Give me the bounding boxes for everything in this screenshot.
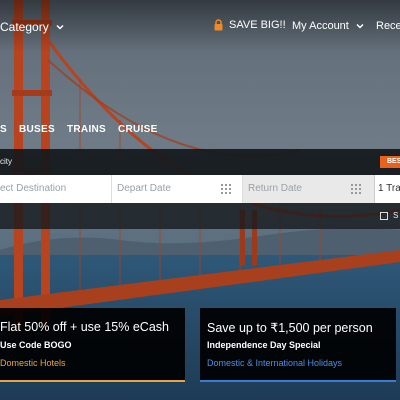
promo-subtitle: Use Code BOGO bbox=[0, 340, 72, 350]
top-navigation-bar: Category SAVE BIG!! My Account Recent bbox=[0, 0, 400, 52]
search-fields-row: ect Destination Depart Date Return Date … bbox=[0, 175, 400, 203]
checkbox-label: S bbox=[393, 211, 399, 220]
return-date-input[interactable]: Return Date bbox=[243, 175, 375, 203]
chevron-down-icon bbox=[356, 23, 364, 29]
my-account-menu[interactable]: My Account bbox=[292, 20, 365, 32]
promo-card-holidays[interactable]: Save up to ₹1,500 per person Independenc… bbox=[200, 308, 396, 382]
destination-input[interactable]: ect Destination bbox=[0, 175, 112, 203]
return-date-placeholder: Return Date bbox=[248, 183, 302, 194]
search-option-checkbox[interactable] bbox=[380, 212, 388, 220]
account-label: My Account bbox=[292, 20, 349, 32]
promo-title: Save up to ₹1,500 per person bbox=[207, 321, 373, 335]
city-label: city bbox=[0, 157, 12, 166]
save-big-label: SAVE BIG!! bbox=[229, 19, 286, 31]
calendar-icon[interactable] bbox=[350, 183, 363, 195]
tab-buses[interactable]: BUSES bbox=[19, 124, 55, 135]
depart-date-input[interactable]: Depart Date bbox=[112, 175, 243, 203]
search-options-strip: city BEST bbox=[0, 149, 400, 175]
travellers-selector[interactable]: 1 Trav bbox=[375, 175, 400, 203]
category-menu[interactable]: Category bbox=[0, 20, 65, 34]
promo-link[interactable]: Domestic Hotels bbox=[0, 358, 66, 368]
best-badge[interactable]: BEST bbox=[380, 156, 400, 168]
depart-date-placeholder: Depart Date bbox=[117, 183, 171, 194]
lock-icon bbox=[214, 19, 223, 31]
save-big-link[interactable]: SAVE BIG!! bbox=[213, 19, 286, 31]
promo-title: Flat 50% off + use 15% eCash bbox=[0, 320, 169, 334]
promo-link[interactable]: Domestic & International Holidays bbox=[207, 358, 342, 368]
promo-card-hotels[interactable]: Flat 50% off + use 15% eCash Use Code BO… bbox=[0, 308, 185, 382]
recent-menu[interactable]: Recent bbox=[376, 20, 400, 32]
chevron-down-icon bbox=[56, 24, 64, 30]
tab-trains[interactable]: TRAINS bbox=[67, 124, 106, 135]
tab-cruise[interactable]: CRUISE bbox=[118, 124, 158, 135]
promo-subtitle: Independence Day Special bbox=[207, 340, 321, 350]
calendar-icon[interactable] bbox=[220, 183, 233, 195]
category-label: Category bbox=[0, 20, 49, 34]
tab-partial[interactable]: S bbox=[0, 124, 7, 135]
search-filter-row: S bbox=[0, 203, 400, 229]
